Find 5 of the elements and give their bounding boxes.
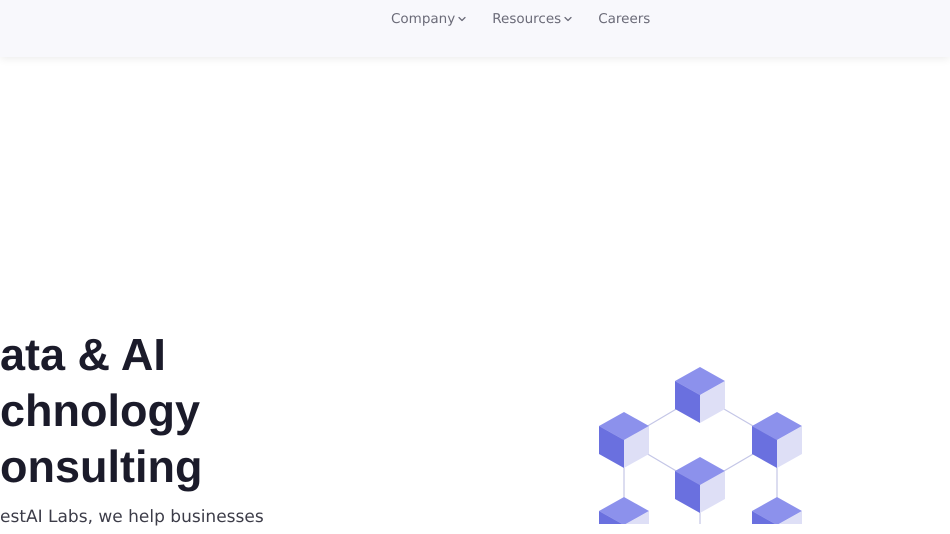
- nav-link[interactable]: Resources: [492, 11, 574, 27]
- hero-heading: ata & AI chnology onsulting: [0, 328, 204, 494]
- nav-link[interactable]: Careers: [598, 11, 650, 27]
- nav-link[interactable]: Company: [391, 11, 468, 27]
- hero-intro-text: estAI Labs, we help businesses: [0, 507, 265, 527]
